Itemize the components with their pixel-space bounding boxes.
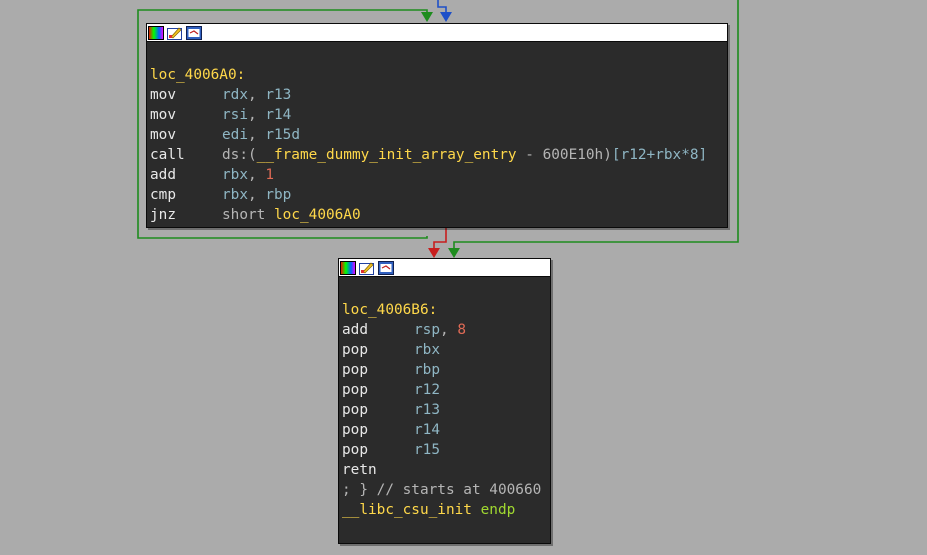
node-disassembly: loc_4006A0: mov rdx, r13 mov rsi, r14 mov e… <box>147 42 727 225</box>
code-line[interactable]: jnz short loc_4006A0 <box>150 205 727 225</box>
code-line[interactable]: pop rbx <box>342 340 550 360</box>
incoming-edge-arrowhead <box>440 12 452 22</box>
fallthrough-edge <box>433 228 447 250</box>
code-line[interactable]: pop r13 <box>342 400 550 420</box>
graph-colors-icon[interactable] <box>148 25 164 40</box>
rename-node-icon[interactable] <box>167 26 183 40</box>
code-line[interactable]: add rbx, 1 <box>150 165 727 185</box>
code-line[interactable]: cmp rbx, rbp <box>150 185 727 205</box>
code-line[interactable]: retn <box>342 460 550 480</box>
code-line[interactable]: pop r12 <box>342 380 550 400</box>
code-line[interactable]: pop r14 <box>342 420 550 440</box>
code-label[interactable]: loc_4006B6: <box>342 300 550 320</box>
node-header[interactable] <box>147 24 727 42</box>
function-end-line[interactable]: __libc_csu_init endp <box>342 500 550 520</box>
code-line[interactable]: pop r15 <box>342 440 550 460</box>
incoming-edge <box>437 0 447 14</box>
code-line[interactable]: call ds:(__frame_dummy_init_array_entry -… <box>150 145 727 165</box>
code-line[interactable]: mov rsi, r14 <box>150 105 727 125</box>
group-nodes-icon[interactable] <box>186 25 202 40</box>
code-comment[interactable]: ; } // starts at 400660 <box>342 480 550 500</box>
rename-node-icon[interactable] <box>359 261 375 275</box>
graph-node-loc-4006a0[interactable]: loc_4006A0: mov rdx, r13 mov rsi, r14 mov e… <box>146 23 728 228</box>
node-disassembly: loc_4006B6: add rsp, 8 pop rbx pop rbp pop r… <box>339 277 550 520</box>
graph-node-loc-4006b6[interactable]: loc_4006B6: add rsp, 8 pop rbx pop rbp pop r… <box>338 258 551 544</box>
jump-target-link[interactable]: loc_4006A0 <box>274 207 361 223</box>
group-nodes-icon[interactable] <box>378 260 394 275</box>
code-line[interactable]: pop rbp <box>342 360 550 380</box>
fallthrough-edge-arrowhead <box>428 248 440 258</box>
code-line[interactable]: mov rdx, r13 <box>150 85 727 105</box>
code-label[interactable]: loc_4006A0: <box>150 65 727 85</box>
graph-colors-icon[interactable] <box>340 260 356 275</box>
node-header[interactable] <box>339 259 550 277</box>
function-name[interactable]: __libc_csu_init <box>342 502 472 518</box>
code-line[interactable]: add rsp, 8 <box>342 320 550 340</box>
right-incoming-edge-arrowhead <box>448 248 460 258</box>
code-line[interactable]: mov edi, r15d <box>150 125 727 145</box>
loop-edge-arrowhead <box>421 12 433 22</box>
